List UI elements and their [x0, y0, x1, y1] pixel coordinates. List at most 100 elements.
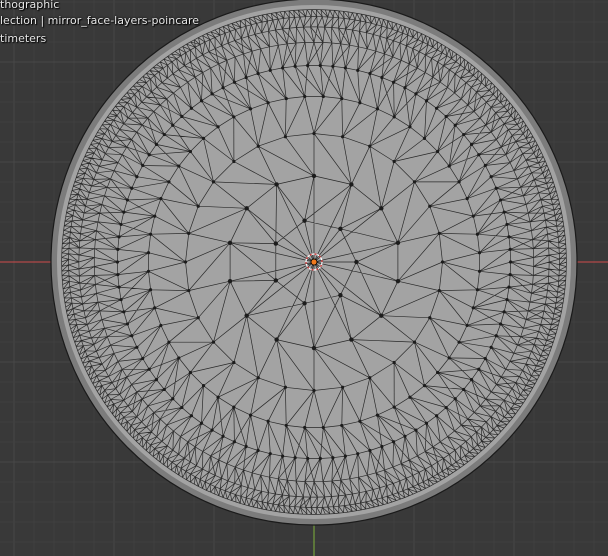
mesh-vertex — [244, 444, 248, 449]
mesh-vertex — [338, 226, 343, 232]
mesh-vertex — [477, 269, 482, 273]
mesh-vertex — [356, 68, 360, 72]
mesh-vertex — [447, 356, 451, 360]
mesh-vertex — [380, 444, 384, 449]
mesh-vertex — [125, 322, 130, 326]
mesh-vertex — [293, 64, 297, 68]
mesh-vertex — [227, 278, 233, 284]
mesh-vertex — [368, 448, 372, 453]
mesh-vertex — [211, 340, 216, 344]
mesh-vertex — [358, 419, 362, 423]
mesh-vertex — [507, 235, 511, 239]
mesh-vertex — [232, 80, 237, 84]
mesh-vertex — [465, 323, 469, 328]
mesh-vertex — [340, 96, 344, 101]
mesh-vertex — [187, 288, 191, 293]
mesh-vertex — [338, 292, 343, 298]
mesh-vertex — [340, 385, 345, 389]
mesh-vertex — [453, 123, 457, 127]
mesh-vertex — [274, 182, 279, 187]
mesh-vertex — [462, 132, 466, 137]
mesh-vertex — [477, 153, 481, 157]
mesh-vertex — [502, 310, 506, 314]
mesh-vertex — [281, 454, 285, 458]
mesh-vertex — [306, 63, 310, 68]
mesh-vertex — [412, 340, 417, 344]
mesh-vertex — [115, 260, 119, 264]
mesh-vertex — [494, 334, 498, 338]
mesh-vertex — [256, 144, 260, 148]
mesh-vertex — [498, 198, 503, 202]
mesh-vertex — [380, 75, 384, 80]
mesh-vertex — [232, 405, 236, 409]
mesh-vertex — [303, 425, 307, 430]
mesh-vertex — [403, 86, 407, 90]
mesh-vertex — [318, 456, 322, 461]
mesh-vertex — [483, 356, 487, 361]
mesh-vertex — [153, 306, 157, 310]
mesh-vertex — [162, 132, 166, 137]
mesh-vertex — [162, 387, 166, 392]
mesh-vertex — [321, 94, 325, 99]
mesh-vertex — [392, 405, 396, 409]
mesh-vertex — [343, 66, 347, 70]
mesh-vertex — [148, 232, 153, 236]
mesh-vertex — [256, 71, 260, 76]
mesh-vertex — [274, 337, 279, 342]
mesh-vertex — [221, 86, 225, 90]
mesh-vertex — [489, 175, 493, 179]
mesh-vertex — [321, 425, 325, 430]
mesh-vertex — [444, 405, 448, 410]
mesh-vertex — [171, 123, 175, 127]
mesh-vertex — [216, 125, 220, 129]
mesh-vertex — [392, 360, 396, 365]
mesh-vertex — [483, 163, 487, 168]
mesh-vertex — [283, 385, 288, 389]
mesh-vertex — [199, 421, 204, 425]
grid-units-label: timeters — [0, 32, 47, 45]
mesh-vertex — [349, 337, 354, 342]
mesh-vertex — [312, 131, 316, 136]
mesh-vertex — [391, 80, 396, 84]
mesh-vertex — [331, 64, 335, 68]
mesh-vertex — [135, 175, 139, 179]
mesh-vertex — [117, 285, 121, 289]
mesh-vertex — [188, 370, 192, 375]
mesh-vertex — [244, 75, 248, 80]
mesh-vertex — [216, 395, 220, 399]
mesh-vertex — [477, 251, 482, 255]
mesh-vertex — [440, 260, 445, 264]
mesh-vertex — [199, 99, 204, 103]
mesh-vertex — [465, 196, 469, 201]
mesh-vertex — [508, 247, 512, 252]
mesh-vertex — [302, 301, 307, 306]
mesh-vertex — [379, 206, 384, 211]
mesh-vertex — [201, 136, 206, 140]
mesh-vertex — [177, 164, 181, 168]
mesh-vertex — [283, 135, 288, 139]
mesh-vertex — [266, 419, 270, 423]
mesh-vertex — [187, 231, 191, 236]
mesh-vertex — [232, 360, 236, 365]
mesh-vertex — [437, 231, 441, 236]
mesh-vertex — [414, 92, 418, 96]
mesh-vertex — [248, 107, 253, 111]
mesh-vertex — [469, 377, 474, 382]
mesh-vertex — [188, 149, 192, 154]
mesh-vertex — [489, 345, 493, 349]
mesh-vertex — [312, 388, 316, 393]
mesh-vertex — [232, 159, 236, 164]
mesh-vertex — [148, 288, 153, 292]
mesh-vertex — [379, 313, 384, 318]
mesh-vertex — [159, 323, 163, 328]
mesh-vertex — [227, 240, 233, 246]
mesh-vertex — [343, 454, 347, 458]
mesh-vertex — [331, 456, 335, 460]
mesh-vertex — [196, 316, 200, 320]
mesh-vertex — [266, 101, 270, 105]
3d-viewport[interactable]: thographic lection | mirror_face-layers-… — [0, 0, 608, 556]
mesh-vertex — [422, 136, 427, 140]
mesh-vertex — [505, 297, 509, 302]
viewport-scene — [0, 0, 608, 556]
mesh-vertex — [412, 180, 417, 184]
